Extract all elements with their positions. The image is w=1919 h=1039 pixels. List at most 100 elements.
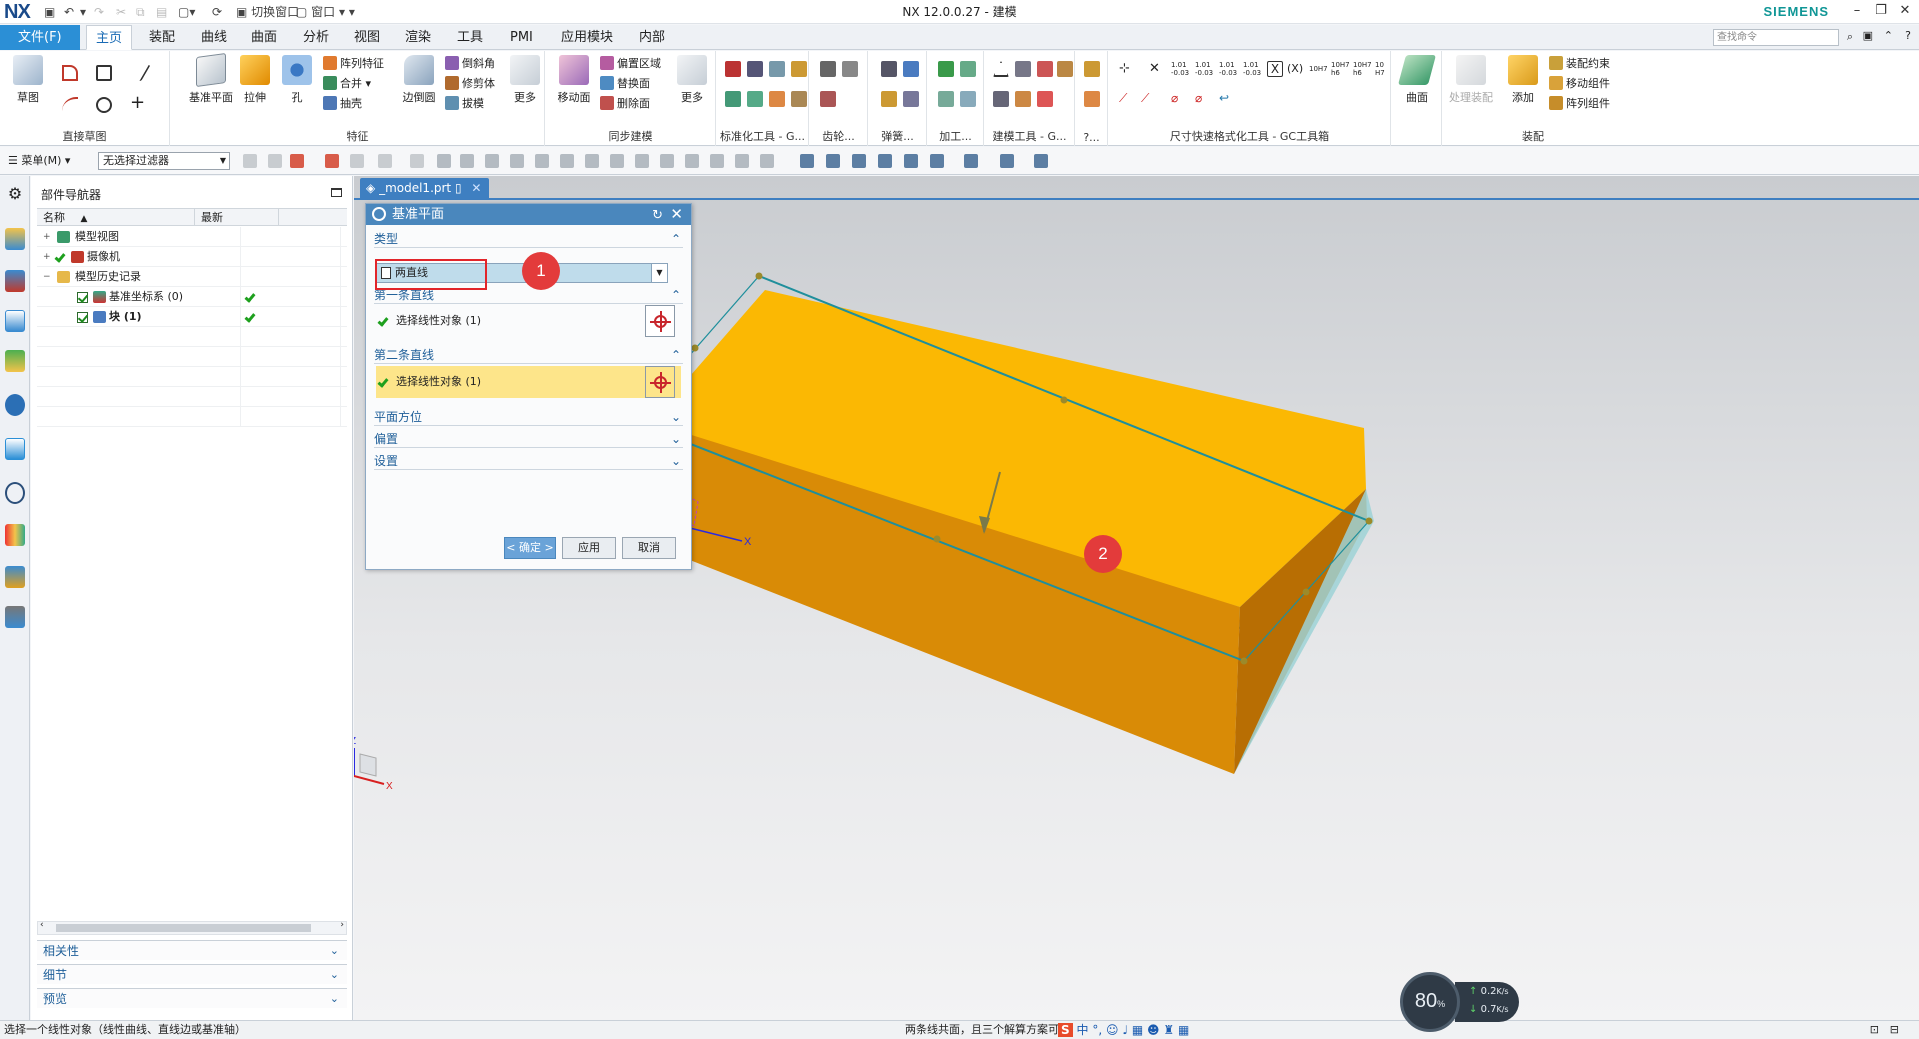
pattern-component-button[interactable]: 阵列组件 — [1549, 95, 1610, 113]
tree-row-datum-csys[interactable]: 基准坐标系 (0) — [37, 287, 347, 307]
feature-more-button[interactable]: 更多 — [503, 55, 547, 105]
spring-tool-icon[interactable] — [903, 91, 919, 107]
part-navigator-icon[interactable] — [5, 310, 25, 332]
user-icon[interactable]: ☻ — [1147, 1023, 1160, 1037]
orient-view-icon[interactable] — [964, 154, 978, 168]
ime-language[interactable]: 中 — [1076, 1023, 1088, 1037]
history-icon[interactable] — [5, 482, 25, 504]
tree-row-model-views[interactable]: + 模型视图 — [37, 227, 347, 247]
dim-tool-icon[interactable]: 1.01 -0.03 — [1243, 61, 1261, 77]
shirt-icon[interactable]: ♜ — [1163, 1023, 1174, 1037]
dim-tool-icon[interactable]: 1.01 -0.03 — [1171, 61, 1189, 77]
snap-icon[interactable] — [760, 154, 774, 168]
plane-handle[interactable] — [1302, 588, 1310, 596]
system-materials-icon[interactable] — [5, 524, 25, 546]
column-latest[interactable]: 最新 — [195, 209, 279, 226]
snap-icon[interactable] — [735, 154, 749, 168]
section-dependencies[interactable]: 相关性 ⌄ — [37, 940, 347, 960]
datum-plane-button[interactable]: 基准平面 — [189, 52, 233, 105]
dim-tool-icon[interactable]: 10H7 h6 — [1353, 61, 1372, 77]
ribbon-options-icon[interactable]: ▣ — [1863, 29, 1873, 42]
move-face-button[interactable]: 移动面 — [552, 55, 596, 105]
repeat-command-icon[interactable]: ⟳ — [212, 3, 222, 21]
snap-icon[interactable] — [660, 154, 674, 168]
tab-render[interactable]: 渲染 — [396, 25, 440, 50]
constraint-navigator-icon[interactable] — [5, 270, 25, 292]
shading-icon[interactable] — [1000, 154, 1014, 168]
section-details[interactable]: 细节 ⌄ — [37, 964, 347, 984]
snap-icon[interactable] — [585, 154, 599, 168]
zoom-icon[interactable] — [826, 154, 840, 168]
line-icon[interactable] — [125, 65, 151, 81]
dim-tool-icon[interactable]: (X) — [1287, 61, 1303, 77]
type-filter-select[interactable]: 无选择过滤器 ▼ — [98, 152, 230, 170]
minimize-icon[interactable]: – — [1847, 2, 1867, 20]
keyboard-icon[interactable]: ▦ — [1132, 1023, 1143, 1037]
fit-view-icon[interactable] — [800, 154, 814, 168]
modeling-tool-icon[interactable] — [1037, 61, 1053, 77]
scroll-left-icon[interactable]: ‹ — [40, 920, 44, 930]
gear-tool-icon[interactable] — [820, 91, 836, 107]
save-icon[interactable]: ▣ — [44, 3, 55, 21]
navigator-scrollbar[interactable]: ‹ › — [37, 920, 347, 935]
tab-pmi[interactable]: PMI — [501, 25, 542, 50]
add-component-button[interactable]: 添加 — [1501, 55, 1545, 105]
visibility-checkbox[interactable] — [77, 312, 88, 323]
plane-handle[interactable] — [933, 535, 941, 543]
tab-curve[interactable]: 曲线 — [192, 25, 236, 50]
search-icon[interactable]: ⌕ — [1847, 30, 1853, 44]
help-icon[interactable]: ? — [1905, 29, 1911, 42]
expand-icon[interactable]: + — [43, 227, 51, 247]
selection-mode-icon[interactable] — [350, 154, 364, 168]
snap-point-icon[interactable] — [290, 154, 304, 168]
snap-icon[interactable] — [560, 154, 574, 168]
plane-handle[interactable] — [1365, 517, 1373, 525]
window-menu-button[interactable]: ▢ 窗口 ▾ ▾ — [296, 3, 355, 21]
tab-tools[interactable]: 工具 — [448, 25, 492, 50]
view-option-icon[interactable] — [1034, 154, 1048, 168]
reset-icon[interactable]: ↻ — [652, 205, 663, 226]
microphone-icon[interactable]: ♩ — [1122, 1023, 1128, 1037]
undo-dropdown-icon[interactable]: ▾ — [80, 3, 86, 21]
more-tool-icon[interactable] — [1084, 91, 1100, 107]
draft-button[interactable]: 拔模 — [445, 95, 484, 113]
selection-box-icon[interactable] — [378, 154, 392, 168]
profile-icon[interactable] — [62, 65, 78, 81]
dim-tool-icon[interactable]: ✕ — [1149, 61, 1165, 77]
section-settings[interactable]: 设置 ⌄ — [374, 452, 683, 470]
tab-home[interactable]: 主页 — [86, 25, 133, 50]
tab-assembly[interactable]: 装配 — [140, 25, 184, 50]
dim-tool-icon[interactable]: 1.01 -0.03 — [1195, 61, 1213, 77]
spring-tool-icon[interactable] — [881, 61, 897, 77]
spring-tool-icon[interactable] — [903, 61, 919, 77]
redo-icon[interactable]: ↷ — [94, 3, 104, 21]
emoji-icon[interactable]: ☺ — [1106, 1023, 1119, 1037]
surface-button[interactable]: 曲面 — [1395, 55, 1439, 105]
machining-tool-icon[interactable] — [960, 61, 976, 77]
column-extra[interactable] — [279, 209, 347, 226]
grid-icon[interactable]: ▦ — [1178, 1023, 1189, 1037]
second-line-select-row[interactable]: 选择线性对象 (1) — [376, 366, 681, 398]
web-browser-icon[interactable] — [5, 438, 25, 460]
close-icon[interactable]: ✕ — [1895, 2, 1915, 20]
tree-row-block[interactable]: 块 (1) — [37, 307, 347, 327]
std-tool-icon[interactable] — [791, 91, 807, 107]
apply-button[interactable]: 应用 — [562, 537, 616, 559]
assembly-constraint-button[interactable]: 装配约束 — [1549, 55, 1610, 73]
dim-tool-icon[interactable]: ⟋ — [1119, 91, 1135, 107]
paste-icon[interactable]: ▤ — [156, 3, 167, 21]
dim-tool-icon[interactable]: ⟋ — [1141, 91, 1157, 107]
hd3d-tools-icon[interactable] — [5, 394, 25, 416]
tree-row-model-history[interactable]: − 模型历史记录 — [37, 267, 347, 287]
dim-tool-icon[interactable]: ⌀ — [1195, 91, 1211, 107]
std-tool-icon[interactable] — [725, 61, 741, 77]
visibility-checkbox[interactable] — [77, 292, 88, 303]
std-tool-icon[interactable] — [769, 91, 785, 107]
restore-icon[interactable]: ❐ — [1871, 2, 1891, 20]
tab-file[interactable]: 文件(F) — [0, 25, 80, 50]
std-tool-icon[interactable] — [747, 91, 763, 107]
gear-icon[interactable] — [372, 207, 386, 221]
more-tool-icon[interactable] — [1084, 61, 1100, 77]
machining-tool-icon[interactable] — [960, 91, 976, 107]
tab-internal[interactable]: 内部 — [630, 25, 674, 50]
